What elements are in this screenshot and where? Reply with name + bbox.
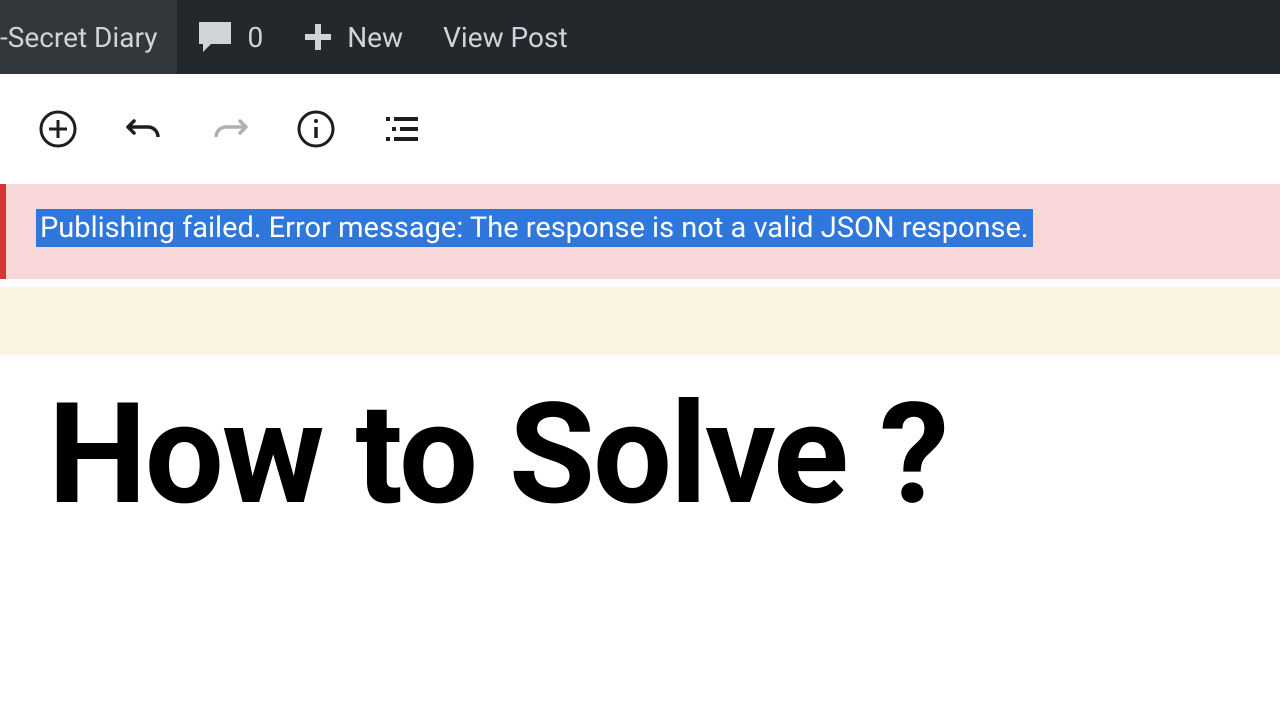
error-message: Publishing failed. Error message: The re… [36, 209, 1033, 247]
comments-icon [197, 20, 233, 54]
site-title-text: -Secret Diary [0, 21, 157, 54]
redo-icon [210, 109, 250, 149]
outline-icon [382, 109, 422, 149]
info-button[interactable] [294, 107, 338, 151]
plus-circle-icon [38, 109, 78, 149]
undo-button[interactable] [122, 107, 166, 151]
error-notice: Publishing failed. Error message: The re… [0, 184, 1280, 279]
new-label: New [347, 21, 403, 54]
undo-icon [124, 109, 164, 149]
plus-icon [303, 22, 333, 52]
view-post-label: View Post [443, 21, 568, 54]
comments-link[interactable]: 0 [177, 0, 283, 74]
headline-text: How to Solve ? [0, 355, 1280, 555]
add-block-button[interactable] [36, 107, 80, 151]
admin-bar: -Secret Diary 0 New View Post [0, 0, 1280, 74]
info-icon [296, 109, 336, 149]
view-post-link[interactable]: View Post [423, 0, 588, 74]
content-strip [0, 287, 1280, 355]
redo-button [208, 107, 252, 151]
editor-toolbar [0, 74, 1280, 184]
new-content-link[interactable]: New [283, 0, 423, 74]
comments-count: 0 [247, 21, 263, 54]
site-title-link[interactable]: -Secret Diary [0, 0, 177, 74]
outline-button[interactable] [380, 107, 424, 151]
